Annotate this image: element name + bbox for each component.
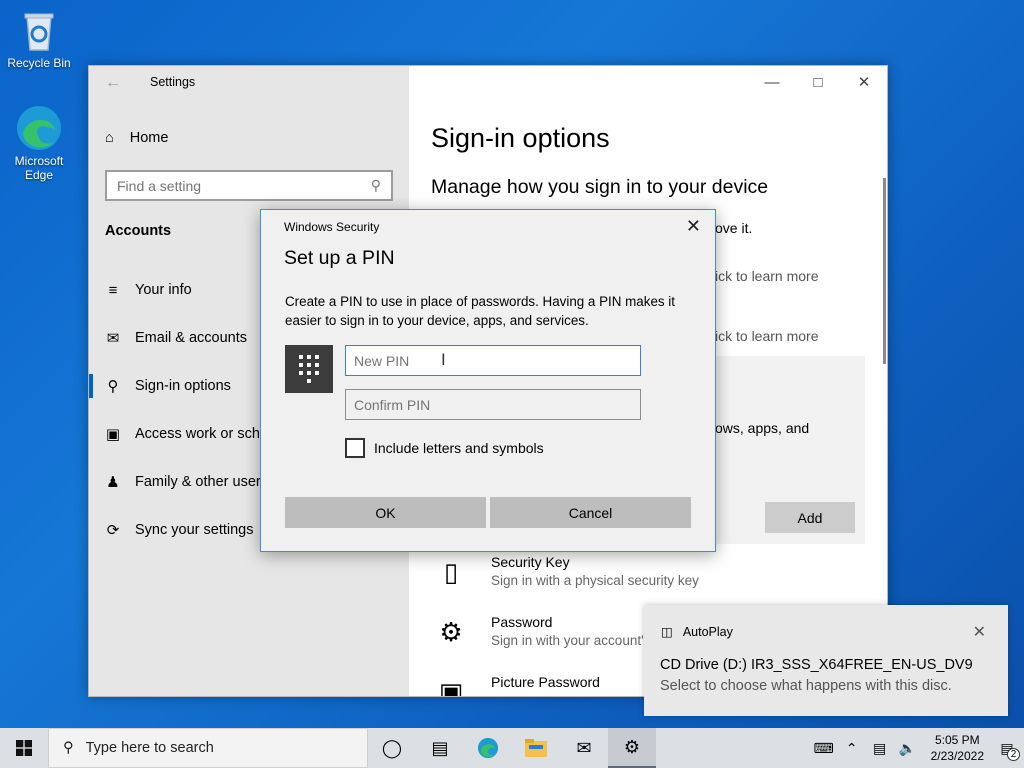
nav-item-label: Your info xyxy=(135,282,192,298)
window-controls: — □ ✕ xyxy=(749,66,887,98)
back-arrow-icon[interactable]: ← xyxy=(105,74,121,91)
system-tray: ⌨ ⌃ ▤ 🔈 5:05 PM 2/23/2022 ▤ 2 xyxy=(813,728,1024,768)
checkbox-box[interactable] xyxy=(345,438,365,458)
autoplay-icon: ◫ xyxy=(661,625,673,639)
volume-icon[interactable]: 🔈 xyxy=(897,740,919,757)
keyboard-icon[interactable]: ⌨ xyxy=(813,740,835,757)
desktop-icon-label: Microsoft Edge xyxy=(14,154,64,182)
option-desc: Sign in with your account's xyxy=(491,633,651,648)
cortana-icon[interactable]: ◯ xyxy=(368,728,416,768)
dialog-caption: Windows Security xyxy=(284,220,380,234)
file-explorer-icon[interactable] xyxy=(512,728,560,768)
key-icon: ⚲ xyxy=(107,378,119,395)
option-picture-password[interactable]: ▣ Picture Password xyxy=(433,674,600,696)
desktop-icon-label: Recycle Bin xyxy=(7,56,71,70)
setup-pin-dialog: Windows Security ✕ Set up a PIN Create a… xyxy=(260,209,716,552)
person-list-icon: ≡ xyxy=(108,281,118,299)
confirm-pin-input[interactable] xyxy=(345,389,641,420)
toast-app-name: AutoPlay xyxy=(682,624,733,639)
dialog-title: Set up a PIN xyxy=(284,247,395,269)
learn-more-link[interactable]: ick to learn more xyxy=(715,328,818,344)
taskbar-search[interactable]: ⚲ Type here to search xyxy=(48,728,368,768)
search-icon: ⚲ xyxy=(370,177,381,193)
people-icon: ♟ xyxy=(106,474,120,491)
sync-icon: ⟳ xyxy=(106,522,120,539)
toast-close-icon[interactable]: ✕ xyxy=(973,622,986,642)
close-icon[interactable]: ✕ xyxy=(841,66,887,98)
task-view-icon[interactable]: ▤ xyxy=(416,728,464,768)
checkbox-label: Include letters and symbols xyxy=(374,440,544,456)
find-setting-search[interactable]: ⚲ xyxy=(105,170,393,201)
option-title: Picture Password xyxy=(491,674,600,690)
dialog-close-icon[interactable]: ✕ xyxy=(686,216,701,237)
key-icon: ⚙ xyxy=(439,617,463,647)
clock-time: 5:05 PM xyxy=(934,733,980,747)
clock[interactable]: 5:05 PM 2/23/2022 xyxy=(931,732,984,764)
edge-icon xyxy=(15,104,63,152)
notifications-icon[interactable]: ▤ 2 xyxy=(996,740,1020,761)
start-button[interactable] xyxy=(0,728,48,768)
nav-home[interactable]: ⌂ Home xyxy=(105,130,168,146)
text-cursor-icon: Ⅰ xyxy=(441,352,446,369)
add-button[interactable]: Add xyxy=(765,502,855,533)
option-title: Password xyxy=(491,614,553,630)
picture-icon: ▣ xyxy=(438,677,464,696)
cancel-button[interactable]: Cancel xyxy=(490,497,691,528)
autoplay-notification[interactable]: ◫ AutoPlay ✕ CD Drive (D:) IR3_SSS_X64FR… xyxy=(644,605,1008,716)
dialog-description: Create a PIN to use in place of password… xyxy=(285,294,675,328)
new-pin-input[interactable] xyxy=(345,345,641,376)
toast-body: Select to choose what happens with this … xyxy=(660,678,952,694)
maximize-icon[interactable]: □ xyxy=(795,66,841,98)
nav-home-label: Home xyxy=(129,130,169,146)
text-fragment: ows, apps, and xyxy=(715,420,810,436)
option-title: Security Key xyxy=(491,554,570,570)
toast-title: CD Drive (D:) IR3_SSS_X64FREE_EN-US_DV9 xyxy=(660,657,973,673)
minimize-icon[interactable]: — xyxy=(749,66,795,98)
windows-logo-icon xyxy=(16,740,32,756)
page-subtitle: Manage how you sign in to your device xyxy=(431,176,769,198)
nav-item-label: Sign-in options xyxy=(135,378,231,394)
edge-taskbar-icon[interactable] xyxy=(464,728,512,768)
page-title: Sign-in options xyxy=(431,123,610,153)
taskbar-search-placeholder: Type here to search xyxy=(85,740,214,756)
home-icon: ⌂ xyxy=(105,130,114,146)
mail-icon[interactable]: ✉ xyxy=(560,728,608,768)
settings-gear-icon[interactable]: ⚙ xyxy=(608,728,656,768)
taskbar: ⚲ Type here to search ◯ ▤ ✉ ⚙ ⌨ ⌃ ▤ 🔈 5:… xyxy=(0,728,1024,768)
learn-more-link[interactable]: ick to learn more xyxy=(715,268,818,284)
desktop-icon-edge[interactable]: Microsoft Edge xyxy=(1,104,77,182)
option-password[interactable]: ⚙ Password Sign in with your account's xyxy=(433,614,650,650)
usb-key-icon: ▯ xyxy=(443,557,459,587)
option-desc: Sign in with a physical security key xyxy=(491,573,699,588)
nav-item-label: Family & other users xyxy=(135,474,268,490)
text-fragment: ove it. xyxy=(715,220,753,236)
find-setting-input[interactable] xyxy=(117,177,371,194)
toast-app-header: ◫ AutoPlay xyxy=(661,624,733,640)
network-icon[interactable]: ▤ xyxy=(869,740,891,757)
briefcase-icon: ▣ xyxy=(105,426,121,443)
notification-count-badge: 2 xyxy=(1007,747,1020,761)
desktop-icon-recycle-bin[interactable]: Recycle Bin xyxy=(1,6,77,70)
option-security-key[interactable]: ▯ Security Key Sign in with a physical s… xyxy=(433,554,699,590)
keypad-icon xyxy=(285,345,333,393)
ok-button[interactable]: OK xyxy=(285,497,486,528)
search-icon: ⚲ xyxy=(63,740,74,756)
recycle-bin-icon xyxy=(15,6,63,54)
mail-icon: ✉ xyxy=(106,330,120,347)
nav-item-label: Access work or scho xyxy=(135,426,268,442)
nav-item-label: Sync your settings xyxy=(135,522,254,538)
window-title: Settings xyxy=(150,75,196,89)
section-title: Accounts xyxy=(105,223,172,239)
scrollbar-thumb[interactable] xyxy=(883,178,886,364)
include-letters-checkbox[interactable]: Include letters and symbols xyxy=(345,438,544,458)
chevron-up-icon[interactable]: ⌃ xyxy=(841,740,863,757)
clock-date: 2/23/2022 xyxy=(930,749,984,763)
nav-item-label: Email & accounts xyxy=(135,330,248,346)
